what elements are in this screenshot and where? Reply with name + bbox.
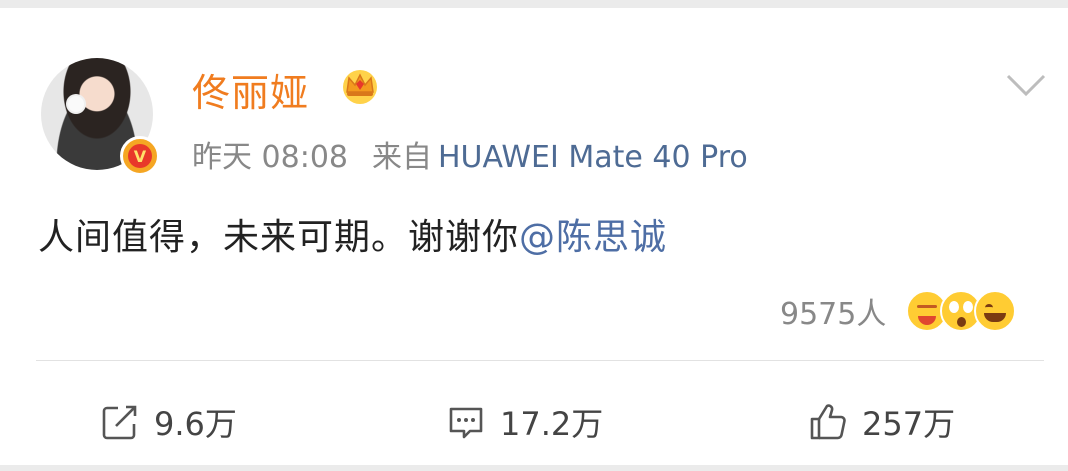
source-prefix: 来自: [372, 140, 432, 175]
comment-count: 17.2万: [500, 405, 604, 443]
post-timestamp: 昨天 08:08: [192, 140, 348, 175]
reaction-summary[interactable]: 9575人: [780, 290, 1017, 332]
verified-badge-icon: V: [120, 136, 160, 176]
divider: [36, 360, 1044, 361]
like-button[interactable]: 257万: [808, 400, 955, 444]
repost-count: 9.6万: [154, 405, 237, 443]
grin-icon: [974, 290, 1017, 332]
crown-icon[interactable]: [339, 64, 381, 106]
reaction-count: 9575人: [780, 297, 887, 332]
device-source-link[interactable]: HUAWEI Mate 40 Pro: [438, 140, 748, 175]
comment-button[interactable]: 17.2万: [446, 400, 603, 444]
repost-icon: [102, 405, 137, 440]
verified-badge-label: V: [128, 144, 152, 168]
like-count: 257万: [862, 405, 956, 443]
post-body: 人间值得，未来可期。谢谢你@陈思诚: [38, 208, 667, 260]
weibo-post-card: V 佟丽娅 昨天 08:08 来自 HUAWEI Mate 40 Pro 人间值得，…: [0, 8, 1068, 465]
repost-button[interactable]: 9.6万: [100, 400, 237, 444]
post-text: 人间值得，未来可期。谢谢你: [38, 217, 520, 258]
chevron-down-icon[interactable]: [1005, 73, 1047, 99]
flower-decoration: [68, 96, 84, 112]
comment-icon: [449, 407, 483, 439]
username[interactable]: 佟丽娅: [192, 62, 309, 117]
post-meta: 昨天 08:08 来自 HUAWEI Mate 40 Pro: [192, 132, 748, 176]
mention-link[interactable]: @陈思诚: [519, 217, 667, 258]
thumbs-up-icon: [810, 404, 846, 440]
